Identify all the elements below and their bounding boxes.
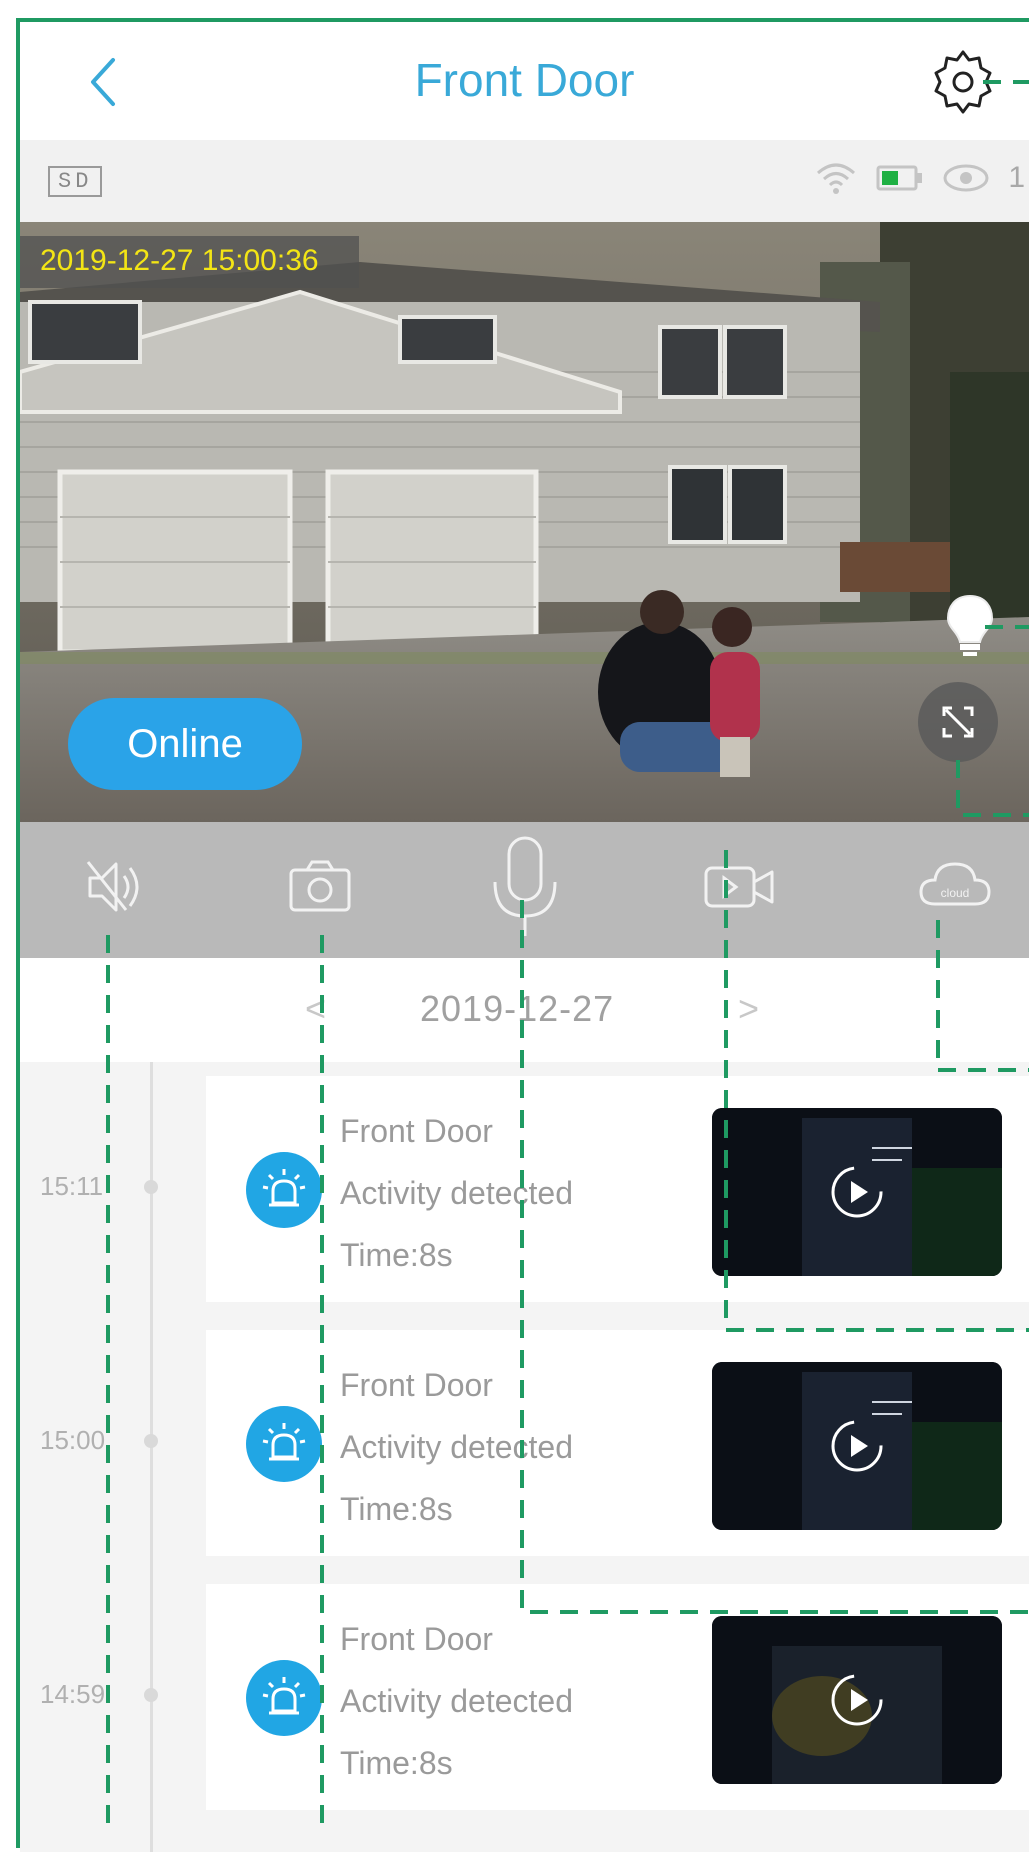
event-device: Front Door	[340, 1367, 493, 1403]
mute-toggle-button[interactable]	[60, 832, 170, 942]
event-details: Front Door Activity detected Time:8s	[340, 1354, 573, 1540]
record-button[interactable]	[685, 832, 795, 942]
event-duration: Time:8s	[340, 1745, 453, 1781]
event-thumbnail[interactable]	[712, 1616, 1002, 1784]
alarm-siren-icon	[246, 1660, 322, 1736]
event-thumbnail[interactable]	[712, 1362, 1002, 1530]
date-navigator: < 2019-12-27 >	[20, 958, 1029, 1062]
event-type: Activity detected	[340, 1683, 573, 1719]
event-details: Front Door Activity detected Time:8s	[340, 1608, 573, 1794]
timeline-dot	[144, 1434, 158, 1448]
wifi-icon	[817, 163, 856, 194]
gear-icon	[934, 50, 992, 114]
event-time: 15:11	[40, 1171, 104, 1201]
camera-icon	[289, 860, 351, 912]
status-icons: 1	[814, 158, 1029, 198]
light-toggle-button[interactable]	[940, 592, 1000, 658]
battery-icon	[876, 165, 923, 191]
selected-date: 2019-12-27	[420, 988, 615, 1029]
event-card[interactable]: Front Door Activity detected Time:8s	[206, 1330, 1029, 1556]
online-status-badge: Online	[68, 698, 302, 790]
timeline-dot	[144, 1688, 158, 1702]
light-bulb-icon	[946, 594, 994, 656]
event-row: 15:11 Front Door Activity detected Time:…	[20, 1076, 1029, 1302]
app-header: Front Door	[20, 22, 1029, 142]
video-record-icon	[704, 866, 774, 908]
previous-date-button[interactable]: <	[305, 988, 326, 1030]
cloud-button[interactable]: cloud	[900, 832, 1010, 942]
cloud-icon: cloud	[919, 862, 991, 906]
event-list: 15:11 Front Door Activity detected Time:…	[20, 1062, 1029, 1852]
sd-card-badge: SD	[48, 166, 103, 197]
page-title: Front Door	[414, 54, 635, 106]
event-duration: Time:8s	[340, 1237, 453, 1273]
snapshot-button[interactable]	[265, 832, 375, 942]
next-date-button[interactable]: >	[738, 988, 759, 1030]
event-time: 15:00	[40, 1425, 106, 1455]
control-bar: cloud	[20, 822, 1029, 958]
event-row: 15:00 Front Door Activity detected Time:…	[20, 1330, 1029, 1556]
fullscreen-button[interactable]	[918, 682, 998, 762]
event-row: 14:59 Front Door Activity detected Time:…	[20, 1584, 1029, 1810]
event-time: 14:59	[40, 1679, 106, 1709]
settings-button[interactable]	[925, 44, 1001, 120]
live-video-feed[interactable]: 2019-12-27 15:00:36 Online	[20, 222, 1029, 822]
event-thumbnail[interactable]	[712, 1108, 1002, 1276]
event-duration: Time:8s	[340, 1491, 453, 1527]
event-device: Front Door	[340, 1621, 493, 1657]
play-icon	[831, 1674, 883, 1726]
event-type: Activity detected	[340, 1429, 573, 1465]
microphone-icon	[493, 836, 557, 936]
event-details: Front Door Activity detected Time:8s	[340, 1100, 573, 1286]
event-device: Front Door	[340, 1113, 493, 1149]
video-timestamp: 2019-12-27 15:00:36	[20, 236, 359, 288]
speaker-muted-icon	[86, 861, 139, 912]
talk-button[interactable]	[470, 832, 580, 942]
alarm-siren-icon	[246, 1406, 322, 1482]
cloud-label: cloud	[941, 886, 970, 900]
event-card[interactable]: Front Door Activity detected Time:8s	[206, 1076, 1029, 1302]
play-icon	[831, 1166, 883, 1218]
timeline-dot	[144, 1180, 158, 1194]
event-card[interactable]: Front Door Activity detected Time:8s	[206, 1584, 1029, 1810]
play-icon	[831, 1420, 883, 1472]
viewer-count: 1	[1008, 161, 1025, 194]
expand-icon	[942, 706, 974, 738]
status-strip: SD 1	[20, 140, 1029, 222]
eye-icon	[943, 164, 989, 192]
event-type: Activity detected	[340, 1175, 573, 1211]
alarm-siren-icon	[246, 1152, 322, 1228]
